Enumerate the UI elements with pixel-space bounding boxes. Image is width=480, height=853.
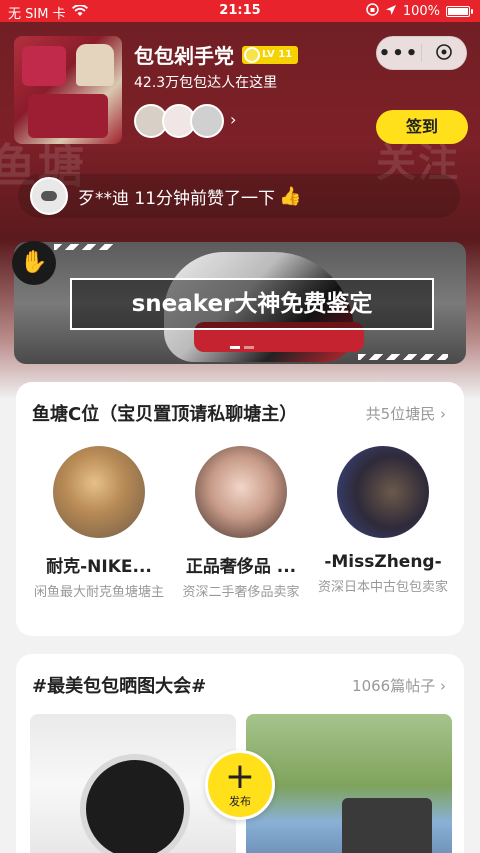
member-count-text: 共5位塘民 [365,404,436,423]
close-button[interactable] [422,41,466,65]
post-count-link[interactable]: 1066篇帖子 › [352,675,446,696]
level-badge: LV 11 [242,45,299,64]
post-image[interactable] [246,714,452,853]
member-name: -MissZheng- [324,552,442,572]
member-desc: 资深日本中古包包卖家 [317,580,448,595]
thumbs-up-icon: 👍 [279,185,302,207]
group-title-row: 包包剁手党 LV 11 [134,40,299,69]
decorative-stripes [54,244,114,250]
member-name: 正品奢侈品 ... [185,557,297,577]
promo-banner[interactable]: sneaker大神免费鉴定 [14,242,466,364]
level-coin-icon [244,46,260,63]
status-bar: 无 SIM 卡 21:15 100% [0,0,480,22]
group-name: 包包剁手党 [134,44,234,68]
decorative-stripes [358,354,448,360]
plus-icon: + [224,756,256,797]
activity-notice[interactable]: 歹**迪 11分钟前赞了一下 👍 [18,174,460,218]
section-title: 鱼塘C位（宝贝置顶请私聊塘主） [32,404,298,425]
carousel-indicator [230,346,254,349]
publish-label: 发布 [229,795,251,808]
member-count-link[interactable]: 共5位塘民 › [366,403,446,424]
close-icon [436,44,452,60]
avatar [53,446,145,538]
avatar [190,104,224,138]
avatar [30,177,68,215]
level-label: LV 11 [262,49,293,60]
miniprogram-capsule: ••• [376,36,467,70]
handbag-image [80,754,190,853]
battery-percentage: 100% [402,4,440,19]
avatar [195,446,287,538]
member-count: 42.3万包包达人在这里 [134,75,278,91]
more-menu-button[interactable]: ••• [377,43,421,64]
handbag-image [342,798,432,853]
chevron-right-icon: › [230,110,237,129]
publish-button[interactable]: + 发布 [205,750,275,820]
post-count-text: 1066篇帖子 [352,676,436,695]
battery-icon [446,6,473,17]
member-desc: 闲鱼最大耐克鱼塘塘主 [33,585,164,600]
group-cover-image [14,36,122,144]
c-position-card: 鱼塘C位（宝贝置顶请私聊塘主） 共5位塘民 › 耐克-NIKE... 闲鱼最大耐… [16,382,464,636]
banner-title: sneaker大神免费鉴定 [70,278,434,330]
member-item[interactable]: 正品奢侈品 ... 资深二手奢侈品卖家 [170,446,312,602]
activity-text: 歹**迪 11分钟前赞了一下 [78,188,276,209]
member-item[interactable]: -MissZheng- 资深日本中古包包卖家 [312,446,454,602]
location-icon [385,4,397,20]
member-item[interactable]: 耐克-NIKE... 闲鱼最大耐克鱼塘塘主 [28,446,170,602]
member-avatars[interactable]: › [134,104,236,138]
rotation-lock-icon [366,3,379,20]
topic-title[interactable]: #最美包包晒图大会# [32,672,206,698]
hand-icon: ✋ [12,241,56,285]
member-desc: 资深二手奢侈品卖家 [182,585,300,600]
sign-in-button[interactable]: 签到 [376,110,468,144]
member-name: 耐克-NIKE... [46,557,152,577]
avatar [337,446,429,538]
